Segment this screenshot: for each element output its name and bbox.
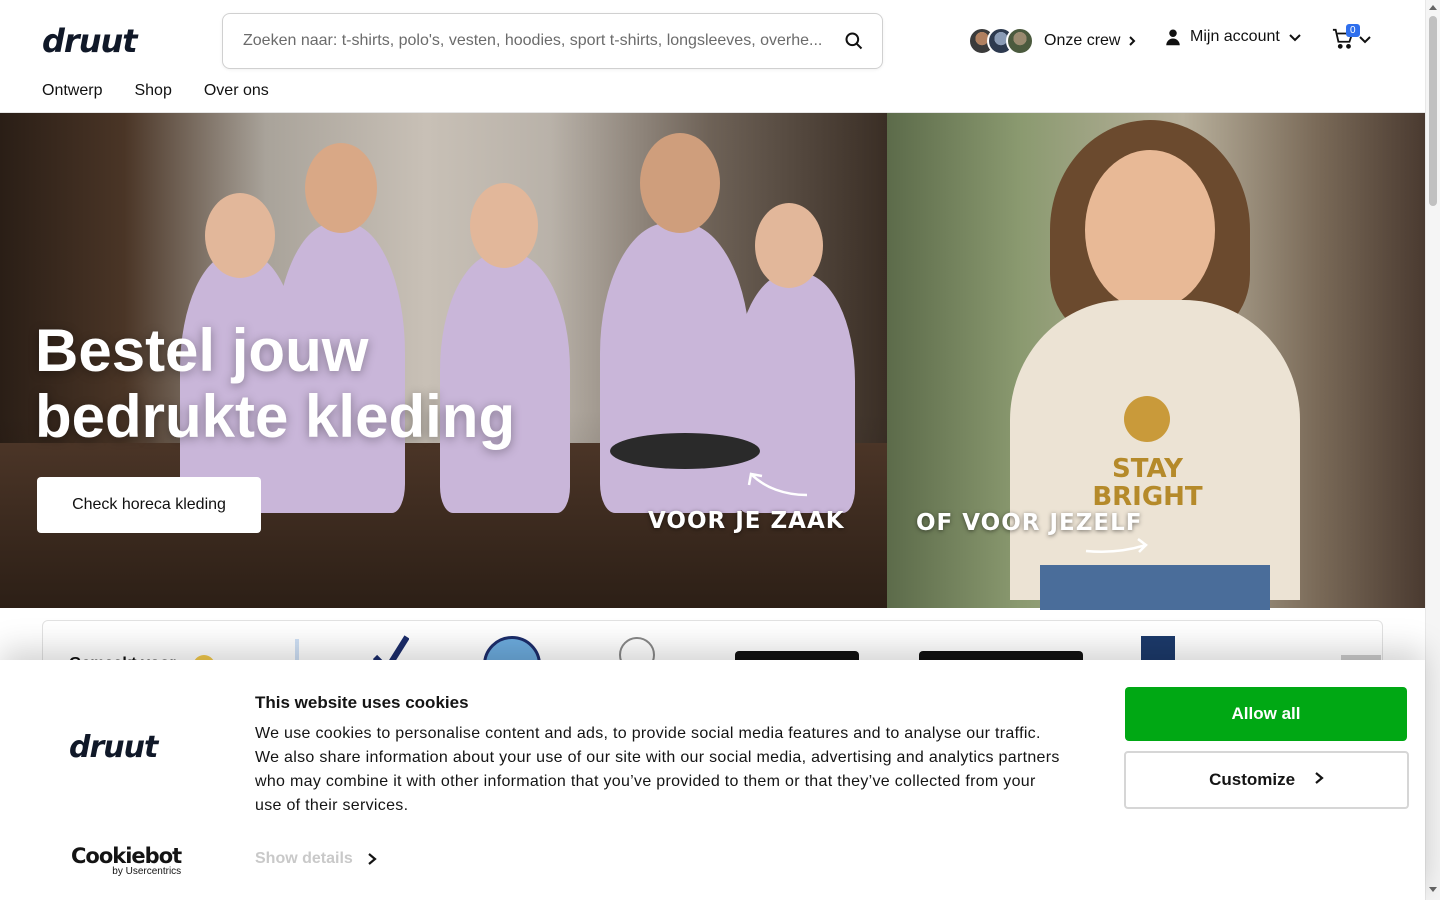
staff-figure — [305, 143, 377, 233]
chevron-right-icon — [368, 853, 377, 865]
staff-figure — [600, 223, 750, 513]
serving-tray — [610, 433, 760, 469]
chevron-down-icon — [1289, 34, 1301, 42]
main-nav: Ontwerp Shop Over ons — [42, 82, 269, 100]
nav-item-over-ons[interactable]: Over ons — [204, 82, 269, 100]
cookie-banner: druut Cookiebot by Usercentrics This web… — [0, 660, 1425, 900]
chevron-right-icon — [1129, 36, 1136, 46]
cart-button[interactable]: 0 — [1332, 24, 1372, 50]
staff-figure — [640, 133, 720, 233]
tag-business: VOOR JE ZAAK — [648, 508, 845, 534]
cookiebot-logo[interactable]: Cookiebot by Usercentrics — [71, 844, 182, 877]
show-details-label: Show details — [255, 850, 353, 867]
cookiebot-logo-text: Cookiebot — [71, 844, 182, 868]
hero-title: Bestel jouw bedrukte kleding — [35, 318, 515, 450]
hero-title-line2: bedrukte kleding — [35, 383, 516, 450]
scroll-down-arrow-icon[interactable] — [1429, 887, 1437, 892]
crew-label: Onze crew — [1044, 32, 1121, 49]
search-icon[interactable] — [844, 31, 864, 51]
staff-figure — [205, 193, 275, 278]
allow-all-button[interactable]: Allow all — [1125, 687, 1407, 741]
tag-personal: OF VOOR JEZELF — [916, 510, 1143, 536]
druut-logo[interactable]: druut — [42, 22, 138, 60]
nav-item-ontwerp[interactable]: Ontwerp — [42, 82, 102, 100]
chevron-down-icon — [1359, 36, 1371, 44]
search-bar[interactable] — [222, 13, 883, 69]
staff-figure — [755, 203, 823, 288]
jeans — [1040, 565, 1270, 610]
nav-item-shop[interactable]: Shop — [134, 82, 171, 100]
curved-arrow-icon — [1085, 538, 1148, 553]
account-menu[interactable]: Mijn account — [1164, 28, 1302, 46]
scroll-up-arrow-icon[interactable] — [1429, 5, 1437, 10]
woman-shirt — [1010, 300, 1300, 600]
site-header: druut Onze crew Mijn account 0 Ontwerp S… — [0, 0, 1425, 113]
shirt-print-text: STAY BRIGHT — [1092, 454, 1203, 512]
crew-link[interactable]: Onze crew — [968, 26, 1138, 56]
customize-button[interactable]: Customize — [1124, 751, 1409, 809]
user-icon — [1166, 29, 1180, 46]
cart-count-badge: 0 — [1346, 24, 1360, 37]
cookie-text: We use cookies to personalise content an… — [255, 725, 1060, 814]
account-label: Mijn account — [1190, 28, 1280, 45]
check-horeca-button[interactable]: Check horeca kleding — [37, 477, 261, 533]
cookie-title: This website uses cookies — [255, 693, 469, 712]
druut-logo: druut — [69, 730, 158, 765]
hero-title-line1: Bestel jouw — [35, 317, 369, 384]
search-input[interactable] — [243, 14, 823, 68]
chevron-right-icon — [1315, 772, 1324, 784]
scrollbar-thumb[interactable] — [1429, 16, 1437, 206]
avatar — [1006, 27, 1034, 55]
show-details-link[interactable]: Show details — [255, 850, 377, 868]
customize-label: Customize — [1209, 770, 1296, 789]
woman-figure — [1085, 150, 1215, 310]
crew-avatars — [968, 27, 1034, 55]
curved-arrow-icon — [747, 472, 808, 497]
sun-print-icon — [1124, 396, 1170, 442]
page-scrollbar[interactable] — [1425, 0, 1440, 900]
staff-figure — [470, 183, 538, 268]
